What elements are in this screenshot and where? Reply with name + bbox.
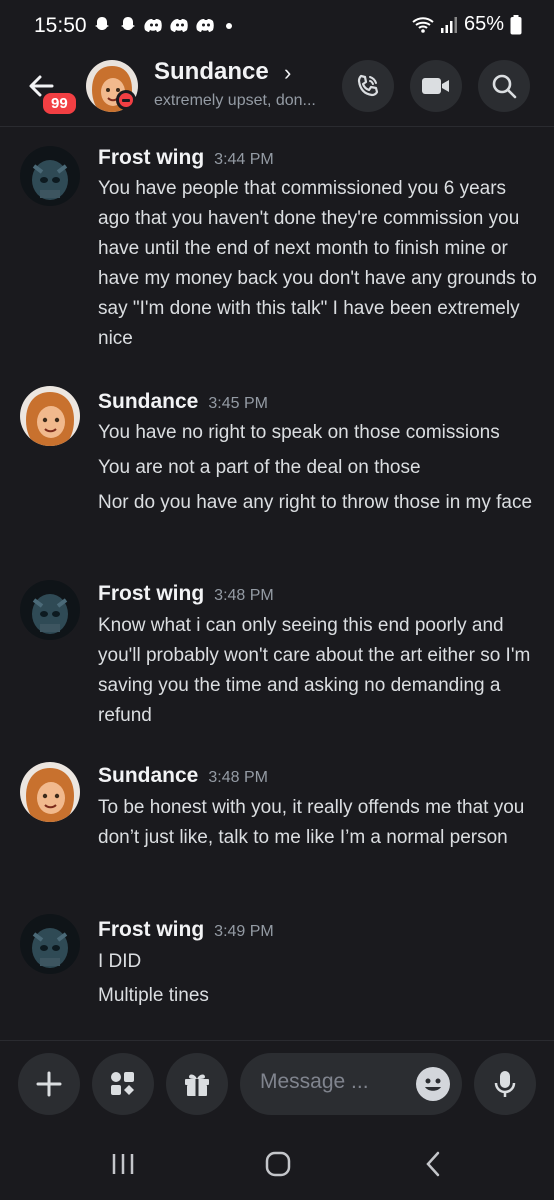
unread-badge: 99 [40, 90, 79, 117]
message-text[interactable]: You are not a part of the deal on those [98, 453, 538, 483]
message-author[interactable]: Frost wing 3:49 PM [98, 918, 274, 942]
frost-wing-avatar-image [20, 580, 80, 640]
sundance-avatar-image [20, 762, 80, 822]
system-nav-bar [0, 1130, 554, 1200]
avatar[interactable] [20, 580, 80, 640]
apps-button[interactable] [92, 1053, 154, 1115]
message-input[interactable] [258, 1069, 402, 1095]
status-time: 15:50 [34, 14, 87, 37]
status-bar: 15:50 65% [0, 0, 554, 52]
message-composer [0, 1040, 554, 1131]
microphone-icon [494, 1071, 516, 1097]
message-author[interactable]: Sundance 3:48 PM [98, 764, 268, 788]
frost-wing-avatar-image [20, 914, 80, 974]
message-time: 3:45 PM [208, 395, 268, 412]
back-button[interactable] [414, 1146, 454, 1182]
chevron-right-icon[interactable]: › [284, 60, 291, 86]
more-notifications-dot [226, 23, 232, 29]
recent-apps-button[interactable] [103, 1146, 143, 1182]
smiley-icon [425, 1078, 441, 1091]
signal-icon [440, 16, 457, 33]
chevron-left-icon [426, 1151, 440, 1177]
emoji-button[interactable] [416, 1067, 450, 1101]
notification-icons [92, 15, 232, 35]
message-time: 3:49 PM [214, 923, 274, 940]
sundance-avatar-image [20, 386, 80, 446]
phone-icon [357, 74, 379, 97]
snapchat-icon [95, 17, 109, 30]
plus-icon [36, 1071, 62, 1097]
voice-call-button[interactable] [342, 60, 394, 112]
header-divider [0, 126, 554, 127]
wifi-icon [412, 16, 434, 33]
discord-icon [170, 19, 188, 32]
avatar[interactable] [20, 762, 80, 822]
message-text[interactable]: I DID [98, 947, 538, 977]
message-text[interactable]: You have no right to speak on those comi… [98, 418, 538, 448]
snapchat-icon [121, 17, 135, 30]
home-button[interactable] [258, 1146, 298, 1182]
message-time: 3:48 PM [214, 587, 274, 604]
search-icon [492, 74, 517, 99]
message-time: 3:44 PM [214, 151, 274, 168]
home-icon [265, 1151, 291, 1177]
message-text[interactable]: Multiple tines [98, 981, 538, 1011]
message-author[interactable]: Sundance 3:45 PM [98, 390, 268, 414]
message-input-box[interactable] [240, 1053, 462, 1115]
message-author[interactable]: Frost wing 3:48 PM [98, 582, 274, 606]
message-text[interactable]: To be honest with you, it really offends… [98, 793, 538, 853]
gift-button[interactable] [166, 1053, 228, 1115]
custom-status: extremely upset, don... [154, 92, 316, 109]
chat-header: 99 Sundance › extremely upset, don... [0, 52, 554, 124]
avatar[interactable] [20, 386, 80, 446]
voice-message-button[interactable] [474, 1053, 536, 1115]
avatar[interactable] [20, 914, 80, 974]
avatar[interactable] [20, 146, 80, 206]
status-right: 65% [412, 13, 522, 36]
apps-icon [111, 1072, 134, 1095]
battery-icon [510, 14, 522, 34]
message-text[interactable]: Nor do you have any right to throw those… [98, 488, 538, 518]
message-text[interactable]: Know what i can only seeing this end poo… [98, 611, 538, 731]
gift-icon [185, 1074, 209, 1096]
discord-icon [144, 19, 162, 32]
chat-title[interactable]: Sundance [154, 58, 269, 86]
message-text[interactable]: You have people that commissioned you 6 … [98, 174, 538, 354]
dnd-status-icon [116, 90, 136, 110]
frost-wing-avatar-image [20, 146, 80, 206]
battery-percent: 65% [463, 13, 504, 35]
message-time: 3:48 PM [208, 769, 268, 786]
add-attachment-button[interactable] [18, 1053, 80, 1115]
search-button[interactable] [478, 60, 530, 112]
discord-icon [196, 19, 214, 32]
message-author[interactable]: Frost wing 3:44 PM [98, 146, 274, 170]
recents-icon [112, 1154, 134, 1174]
video-camera-icon [422, 78, 449, 94]
video-call-button[interactable] [410, 60, 462, 112]
